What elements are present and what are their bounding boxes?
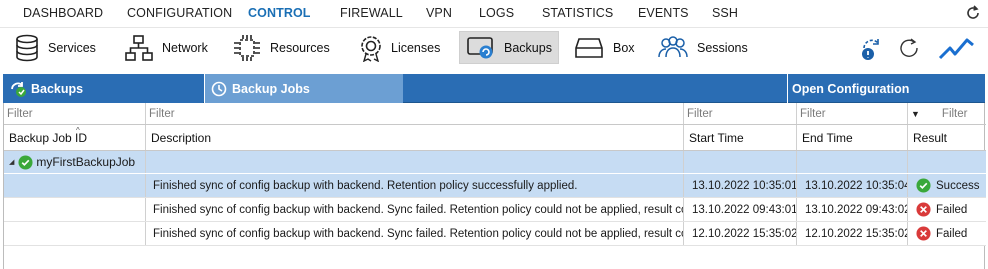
table-row[interactable]: Finished sync of config backup with back… (4, 222, 986, 246)
tab-backup-jobs-label: Backup Jobs (232, 81, 310, 96)
filter-backup-job-id[interactable]: Filter (4, 103, 146, 124)
description-cell: Finished sync of config backup with back… (146, 198, 684, 221)
collapse-triangle-icon[interactable]: ◢ (9, 158, 14, 166)
start-time-cell: 13.10.2022 09:43:01 (684, 198, 797, 221)
table-row[interactable]: Finished sync of config backup with back… (4, 198, 986, 222)
tab-backup-jobs[interactable]: Backup Jobs (204, 74, 403, 103)
tab-backups[interactable]: Backups (3, 74, 203, 103)
toolbar: Services Network Resources Licenses Back… (0, 27, 988, 70)
end-time-cell: 12.10.2022 15:35:02 (797, 222, 908, 245)
toolbar-label: Resources (270, 40, 330, 55)
filter-end-time[interactable]: Filter (797, 103, 908, 124)
toolbar-label: Sessions (697, 40, 748, 55)
column-header-end-time[interactable]: End Time (797, 125, 908, 150)
nav-control[interactable]: CONTROL (248, 6, 311, 20)
nav-firewall[interactable]: FIREWALL (340, 6, 403, 20)
column-header-start-time[interactable]: Start Time (684, 125, 797, 150)
toolbar-backups[interactable]: Backups (459, 31, 559, 64)
success-check-icon (18, 154, 33, 170)
tab-backups-label: Backups (31, 81, 84, 96)
toolbar-resources[interactable]: Resources (232, 31, 330, 64)
end-time-cell: 13.10.2022 10:35:04 (797, 174, 908, 197)
refresh-icon[interactable] (898, 34, 922, 62)
column-header-row: ^ Backup Job ID Description Start Time E… (4, 125, 986, 151)
description-cell: Finished sync of config backup with back… (146, 174, 684, 197)
toolbar-services[interactable]: Services (14, 31, 96, 64)
sort-ascending-icon: ^ (76, 126, 80, 135)
chip-icon (234, 34, 260, 61)
column-header-backup-job-id[interactable]: ^ Backup Job ID (4, 125, 146, 150)
toolbar-box[interactable]: Box (575, 31, 635, 64)
nav-configuration[interactable]: CONFIGURATION (127, 6, 232, 20)
database-icon (16, 34, 38, 61)
nav-ssh[interactable]: SSH (712, 6, 738, 20)
column-header-description[interactable]: Description (146, 125, 684, 150)
success-check-icon (916, 178, 931, 193)
result-label: Failed (936, 227, 968, 240)
panel-header: Backups Backup Jobs Open Configuration (3, 74, 985, 103)
column-header-result[interactable]: Result (908, 125, 986, 150)
toolbar-sessions[interactable]: Sessions (657, 31, 748, 64)
result-label: Failed (936, 203, 968, 216)
refresh-icon[interactable] (964, 4, 982, 22)
activity-graph-icon[interactable] (938, 34, 976, 62)
nav-statistics[interactable]: STATISTICS (542, 6, 613, 20)
table-row[interactable]: Finished sync of config backup with back… (4, 174, 986, 198)
toolbar-licenses[interactable]: Licenses (359, 31, 440, 64)
toolbar-label: Backups (504, 40, 552, 55)
description-cell: Finished sync of config backup with back… (146, 222, 684, 245)
box-drive-icon (575, 37, 603, 58)
sync-status-icon[interactable] (858, 34, 886, 64)
start-time-cell: 13.10.2022 10:35:01 (684, 174, 797, 197)
group-cell[interactable]: ◢ myFirstBackupJob (4, 151, 146, 173)
toolbar-label: Box (613, 40, 635, 55)
result-cell: Failed (908, 222, 986, 245)
license-icon (361, 35, 381, 62)
backup-drive-icon (467, 36, 493, 58)
filter-row: Filter Filter Filter Filter ▼ Filter (4, 103, 986, 125)
result-cell: Success (908, 174, 986, 197)
failed-x-icon (916, 202, 931, 217)
network-icon (125, 34, 153, 61)
toolbar-network[interactable]: Network (124, 31, 208, 64)
filter-result-label: Filter (941, 107, 968, 120)
nav-vpn[interactable]: VPN (426, 6, 452, 20)
result-cell: Failed (908, 198, 986, 221)
toolbar-label: Services (48, 40, 96, 55)
group-label: myFirstBackupJob (36, 155, 136, 169)
open-configuration-label: Open Configuration (792, 81, 910, 96)
top-navigation: DASHBOARD CONFIGURATION CONTROL FIREWALL… (0, 0, 988, 27)
nav-logs[interactable]: LOGS (479, 6, 514, 20)
backup-jobs-grid: Filter Filter Filter Filter ▼ Filter ^ B… (3, 103, 986, 269)
group-row[interactable]: ◢ myFirstBackupJob (4, 151, 986, 174)
end-time-cell: 13.10.2022 09:43:02 (797, 198, 908, 221)
filter-dropdown-icon[interactable]: ▼ (911, 109, 920, 119)
open-configuration-button[interactable]: Open Configuration (787, 74, 985, 103)
backup-sync-icon (11, 81, 26, 97)
result-label: Success (936, 179, 980, 192)
toolbar-label: Network (162, 40, 208, 55)
filter-start-time[interactable]: Filter (684, 103, 797, 124)
nav-events[interactable]: EVENTS (638, 6, 689, 20)
history-icon (211, 81, 227, 96)
filter-result[interactable]: ▼ Filter (908, 103, 986, 124)
filter-description[interactable]: Filter (146, 103, 684, 124)
nav-dashboard[interactable]: DASHBOARD (23, 6, 103, 20)
failed-x-icon (916, 226, 931, 241)
start-time-cell: 12.10.2022 15:35:02 (684, 222, 797, 245)
toolbar-label: Licenses (391, 40, 441, 55)
users-icon (658, 35, 688, 57)
